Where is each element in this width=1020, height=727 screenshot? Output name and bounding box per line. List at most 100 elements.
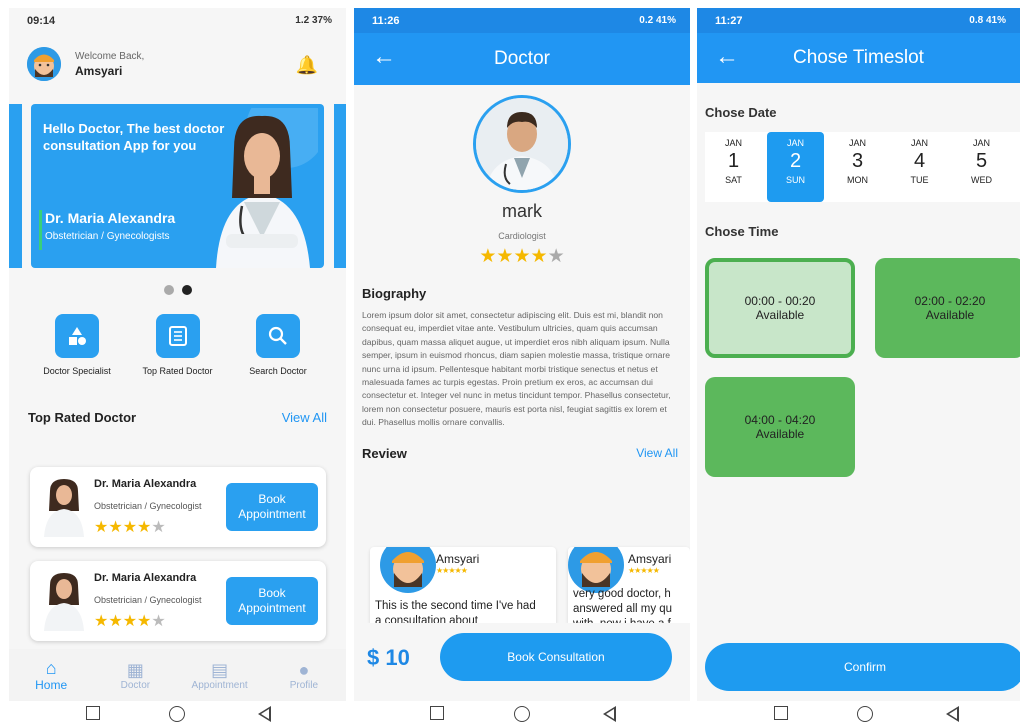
app-bar: ← Chose Timeslot (697, 33, 1020, 83)
status-time: 11:27 (715, 14, 743, 27)
nav-profile[interactable]: ● Profile (264, 660, 344, 691)
rating-stars: ★★★★★ (479, 246, 565, 267)
doctor-name: Dr. Maria Alexandra (94, 572, 197, 584)
book-appointment-button[interactable]: Book Appointment (226, 577, 318, 625)
date-weekday: WED (971, 175, 992, 185)
date-item[interactable]: JAN 5 WED (953, 132, 1010, 202)
review-card[interactable]: Amsyari ★★★★★ very good doctor, h answer… (568, 547, 690, 627)
section-title: Top Rated Doctor (28, 410, 137, 425)
doctor-profile: mark Cardiologist ★★★★★ (354, 85, 690, 268)
menu-doctor-specialist[interactable]: Doctor Specialist (29, 314, 125, 376)
date-day: 3 (851, 150, 864, 172)
menu-top-rated-doctor[interactable]: Top Rated Doctor (130, 314, 226, 376)
date-picker: JAN 1 SAT JAN 2 SUN JAN 3 MON JAN 4 TUE JAN 5 WED (705, 132, 1020, 202)
chose-date-label: Chose Date (705, 105, 777, 120)
banner-headline: Hello Doctor, The best doctor consultati… (43, 121, 225, 153)
bottom-navigation: ⌂ Home ▦ Doctor ▤ Appointment ● Profile (9, 649, 346, 701)
reviewer-name: Amsyari (628, 552, 672, 566)
banner-carousel[interactable]: Hello Doctor, The best doctor consultati… (9, 104, 346, 282)
slot-time: 04:00 - 04:20 (744, 413, 816, 427)
user-name: Amsyari (75, 63, 123, 78)
recents-button-icon[interactable] (86, 706, 100, 725)
book-consultation-button[interactable]: Book Consultation (440, 633, 672, 681)
date-item[interactable]: JAN 4 TUE (891, 132, 948, 202)
home-icon: ⌂ (45, 658, 57, 678)
shapes-icon (55, 314, 99, 358)
app-bar: ← Doctor (354, 33, 690, 85)
menu-search-doctor[interactable]: Search Doctor (230, 314, 326, 376)
back-arrow-icon[interactable]: ← (715, 45, 739, 69)
review-title: Review (362, 445, 407, 461)
date-weekday: SUN (785, 175, 805, 185)
page-title: Doctor (494, 48, 550, 69)
status-indicators: 1.2 37% (295, 15, 332, 26)
date-day: 2 (789, 150, 802, 172)
doctor-portrait-image (216, 108, 318, 268)
notification-bell-icon[interactable]: 🔔 (296, 55, 318, 76)
date-item[interactable]: JAN 3 MON (829, 132, 886, 202)
back-button-icon[interactable] (946, 706, 959, 727)
review-text: very good doctor, h answered all my qu w… (573, 588, 673, 627)
date-month: JAN (786, 138, 804, 148)
back-button-icon[interactable] (603, 706, 616, 727)
book-appointment-button[interactable]: Book Appointment (226, 483, 318, 531)
quick-menu: Doctor Specialist Top Rated Doctor Searc… (9, 314, 346, 376)
back-button-icon[interactable] (258, 706, 271, 727)
timeslot[interactable]: 02:00 - 02:20 Available (875, 258, 1020, 358)
recents-button-icon[interactable] (430, 706, 444, 725)
doctor-photo (473, 95, 571, 193)
doctor-name: Dr. Maria Alexandra (94, 478, 197, 490)
welcome-block: Welcome Back, Amsyari (75, 51, 144, 78)
confirm-button[interactable]: Confirm (705, 643, 1020, 691)
timeslot-screen: 11:27 0.8 41% ← Chose Timeslot Chose Dat… (697, 8, 1020, 701)
booking-bar: $ 10 Book Consultation (354, 623, 690, 701)
date-month: JAN (972, 138, 990, 148)
doctor-specialty: Obstetrician / Gynecologist (94, 501, 202, 511)
page-title: Chose Timeslot (793, 47, 924, 68)
nav-label: Doctor (120, 679, 151, 691)
timeslot[interactable]: 04:00 - 04:20 Available (705, 377, 855, 477)
doctor-specialty: Cardiologist (498, 231, 546, 241)
nav-doctor[interactable]: ▦ Doctor (95, 660, 175, 691)
date-month: JAN (724, 138, 742, 148)
slot-status: Available (925, 308, 975, 322)
nav-label: Appointment (191, 679, 248, 691)
date-day: 1 (727, 150, 740, 172)
home-button-icon[interactable] (857, 706, 873, 727)
menu-label: Top Rated Doctor (142, 366, 213, 376)
slot-time: 02:00 - 02:20 (914, 294, 986, 308)
welcome-text: Welcome Back, (75, 50, 145, 62)
nav-appointment[interactable]: ▤ Appointment (180, 660, 260, 691)
banner-doctor-specialty: Obstetrician / Gynecologists (45, 231, 170, 242)
review-stars: ★★★★★ (628, 566, 660, 575)
carousel-dot-active[interactable] (181, 285, 192, 295)
doctor-detail-screen: 11:26 0.2 41% ← Doctor mark Cardiologist… (354, 8, 690, 701)
status-indicators: 0.2 41% (639, 15, 676, 26)
date-item-selected[interactable]: JAN 2 SUN (767, 132, 824, 202)
date-item[interactable]: JAN 1 SAT (705, 132, 762, 202)
reviewer-name: Amsyari (436, 552, 480, 566)
reviewer-avatar (380, 547, 436, 593)
recents-button-icon[interactable] (774, 706, 788, 725)
top-rated-header: Top Rated Doctor View All (9, 410, 346, 425)
back-arrow-icon[interactable]: ← (372, 45, 396, 69)
view-all-reviews-link[interactable]: View All (636, 446, 678, 461)
timeslot-selected[interactable]: 00:00 - 00:20 Available (705, 258, 855, 358)
prev-banner-peek (9, 104, 22, 268)
home-button-icon[interactable] (514, 706, 530, 727)
biography-text: Lorem ipsum dolor sit amet, consectetur … (362, 310, 671, 428)
date-month: JAN (910, 138, 928, 148)
nav-label: Home (35, 678, 68, 692)
promo-banner[interactable]: Hello Doctor, The best doctor consultati… (31, 104, 324, 268)
doctor-card[interactable]: Dr. Maria Alexandra Obstetrician / Gynec… (30, 561, 326, 641)
review-card[interactable]: Amsyari ★★★★★ This is the second time I'… (370, 547, 556, 627)
slot-time: 00:00 - 00:20 (744, 294, 816, 308)
user-avatar[interactable] (27, 47, 61, 81)
doctor-card[interactable]: Dr. Maria Alexandra Obstetrician / Gynec… (30, 467, 326, 547)
home-button-icon[interactable] (169, 706, 185, 727)
carousel-dot[interactable] (163, 285, 174, 295)
person-icon: ● (298, 659, 310, 680)
nav-home[interactable]: ⌂ Home (11, 658, 91, 692)
view-all-link[interactable]: View All (282, 410, 327, 425)
banner-accent-line (39, 210, 42, 250)
